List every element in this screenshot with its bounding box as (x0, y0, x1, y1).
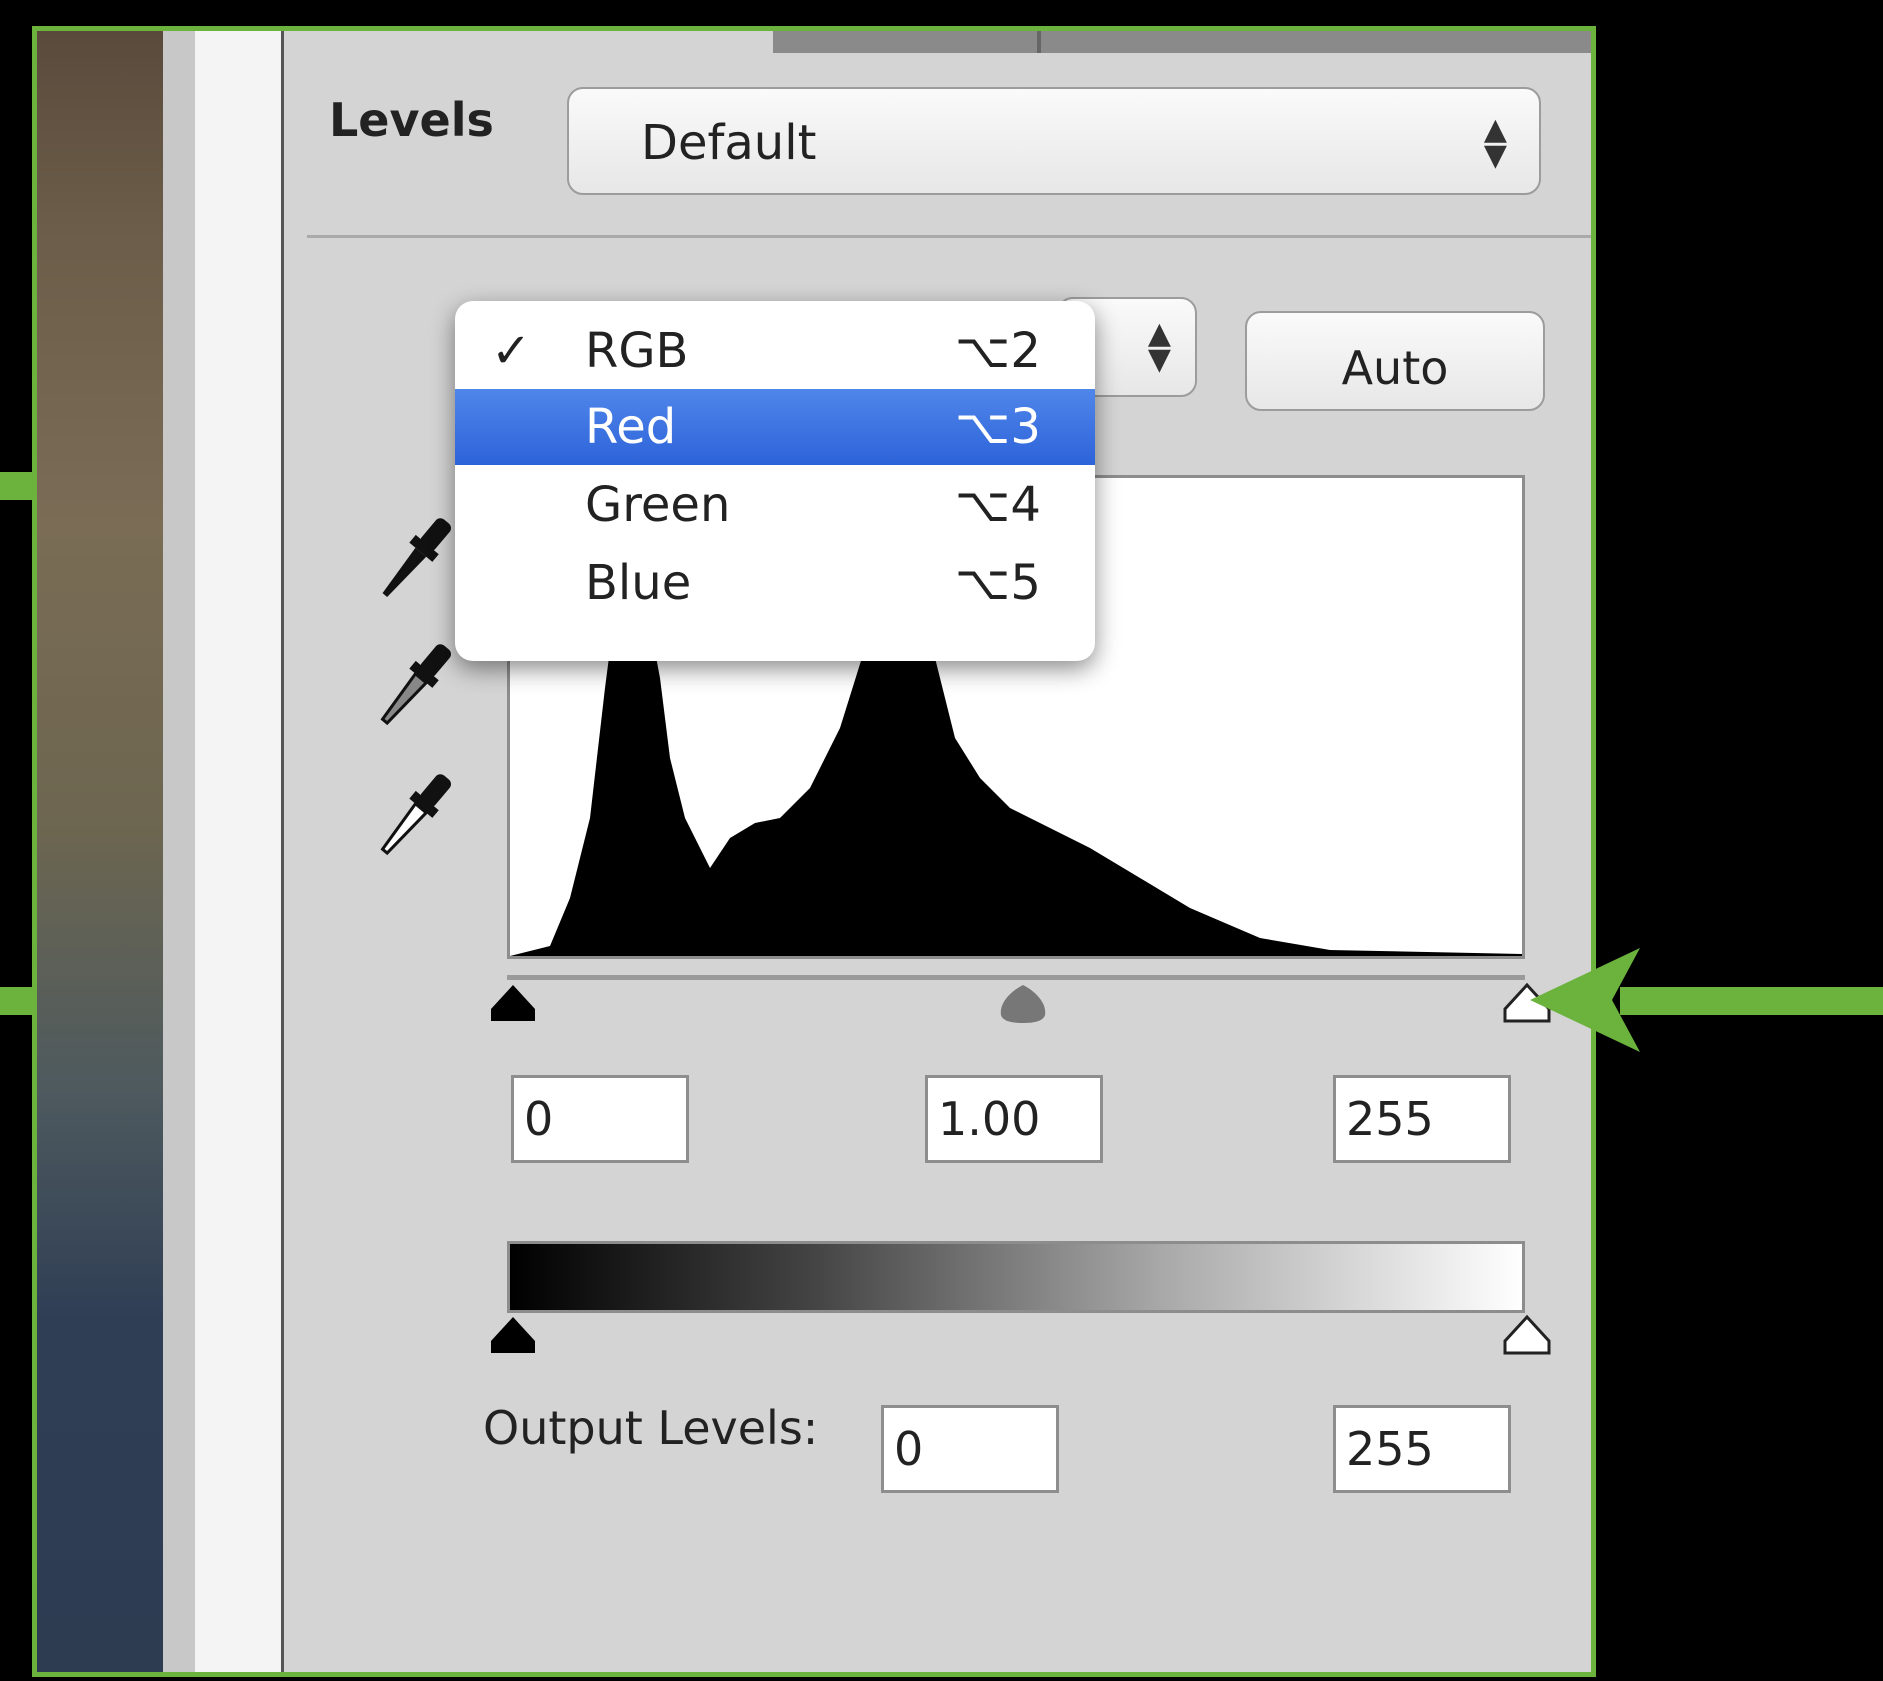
preset-label: Levels (329, 93, 494, 147)
menu-item-blue[interactable]: Blue ⌥5 (455, 545, 1095, 621)
preset-value: Default (641, 115, 817, 171)
gray-point-eyedropper-icon[interactable] (363, 631, 463, 741)
panel-tab-bar (773, 31, 1591, 53)
menu-item-label: RGB (585, 323, 689, 379)
output-gradient-bar (507, 1241, 1525, 1313)
white-point-eyedropper-icon[interactable] (363, 761, 463, 871)
black-output-slider-icon[interactable] (485, 1313, 541, 1357)
updown-arrows-icon: ▲ ▼ (1147, 316, 1171, 377)
panel-border (195, 31, 284, 1672)
levels-panel-frame: Levels Default ▲ ▼ ▲ ▼ Auto 0 1.00 255 Out… (32, 26, 1596, 1677)
photo-edge (37, 31, 163, 1672)
panel-gutter (163, 31, 195, 1672)
auto-button[interactable]: Auto (1245, 311, 1545, 411)
white-output-slider-icon[interactable] (1499, 1313, 1555, 1357)
annotation-arrowhead-white-slider (1530, 948, 1640, 1052)
panel-tab-divider (1037, 31, 1041, 53)
checkmark-icon: ✓ (491, 323, 532, 379)
menu-item-label: Green (585, 477, 731, 533)
updown-arrows-icon: ▲ ▼ (1483, 112, 1507, 173)
input-black-field[interactable]: 0 (511, 1075, 689, 1163)
menu-item-shortcut: ⌥3 (955, 399, 1041, 455)
annotation-arrow-white-slider (1620, 987, 1883, 1015)
preset-dropdown[interactable]: Default ▲ ▼ (567, 87, 1541, 195)
input-gamma-field[interactable]: 1.00 (925, 1075, 1103, 1163)
menu-item-shortcut: ⌥4 (955, 477, 1041, 533)
auto-button-label: Auto (1341, 341, 1449, 395)
input-slider-track (507, 975, 1525, 980)
menu-item-label: Blue (585, 555, 692, 611)
black-input-slider-icon[interactable] (485, 981, 541, 1025)
menu-item-red[interactable]: Red ⌥3 (455, 389, 1095, 465)
channel-menu: ✓ RGB ⌥2 Red ⌥3 Green ⌥4 Blue ⌥5 (455, 301, 1095, 661)
output-black-field[interactable]: 0 (881, 1405, 1059, 1493)
menu-item-green[interactable]: Green ⌥4 (455, 467, 1095, 543)
black-point-eyedropper-icon[interactable] (363, 505, 463, 615)
menu-item-shortcut: ⌥2 (955, 323, 1041, 379)
gamma-slider-icon[interactable] (995, 981, 1051, 1025)
separator (307, 235, 1591, 238)
input-white-field[interactable]: 255 (1333, 1075, 1511, 1163)
menu-item-label: Red (585, 399, 677, 455)
output-levels-label: Output Levels: (483, 1401, 819, 1455)
output-white-field[interactable]: 255 (1333, 1405, 1511, 1493)
menu-item-shortcut: ⌥5 (955, 555, 1041, 611)
menu-item-rgb[interactable]: ✓ RGB ⌥2 (455, 313, 1095, 389)
